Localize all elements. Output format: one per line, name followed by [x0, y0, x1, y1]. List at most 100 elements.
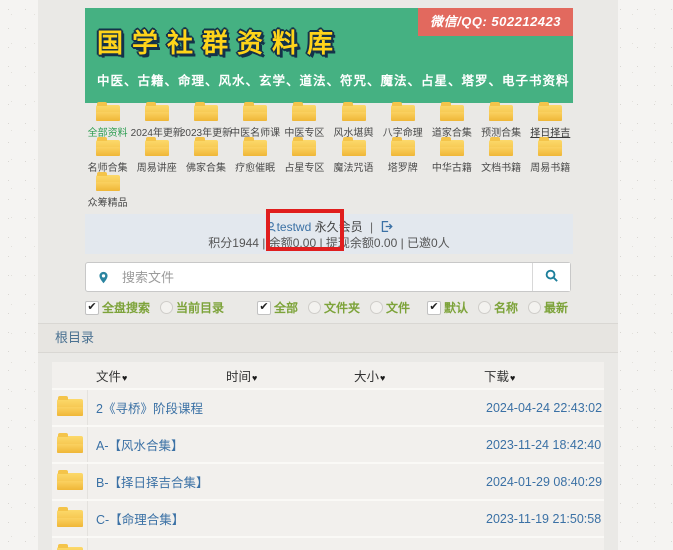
category-item[interactable]: 周易书籍: [526, 140, 575, 175]
folder-icon: [440, 140, 464, 156]
search-input[interactable]: [120, 269, 532, 286]
radio-unchecked-icon[interactable]: [160, 301, 173, 314]
filter-option-label: 文件夹: [324, 299, 360, 316]
category-item[interactable]: 全部资料: [83, 105, 132, 140]
category-item[interactable]: 中医名师课: [231, 105, 280, 140]
category-item[interactable]: 周易讲座: [132, 140, 181, 175]
category-item[interactable]: 风水堪舆: [329, 105, 378, 140]
table-row: B-【择日择吉合集】 2024-01-29 08:40:29: [52, 464, 604, 501]
category-label: 魔法咒语: [334, 159, 374, 174]
folder-icon: [57, 510, 83, 527]
search-button[interactable]: [532, 263, 570, 291]
category-item[interactable]: 2023年更新: [181, 105, 230, 140]
table-header-label: 文件: [96, 370, 121, 384]
category-item[interactable]: 文档书籍: [477, 140, 526, 175]
filter-option[interactable]: 文件: [370, 299, 410, 316]
category-item[interactable]: 2024年更新: [132, 105, 181, 140]
category-label: 预测合集: [481, 124, 521, 139]
category-item[interactable]: 中医专区: [280, 105, 329, 140]
category-label: 文档书籍: [481, 159, 521, 174]
filter-option[interactable]: 文件夹: [308, 299, 360, 316]
category-label: 占星专区: [284, 159, 324, 174]
table-header-row: 文件♥时间♥大小♥下载♥: [52, 362, 604, 390]
category-label: 众筹精品: [88, 194, 128, 209]
table-row: A-【风水合集】 2023-11-24 18:42:40: [52, 427, 604, 464]
breadcrumb-root-link[interactable]: 根目录: [55, 330, 94, 345]
folder-icon: [243, 140, 267, 156]
category-item[interactable]: 占星专区: [280, 140, 329, 175]
category-grid: 全部资料2024年更新2023年更新中医名师课中医专区风水堪舆八字命理道家合集预…: [83, 105, 575, 210]
table-header-cell[interactable]: 时间♥: [218, 366, 346, 385]
folder-icon: [57, 473, 83, 490]
filter-group: ✔默认 名称最新: [427, 299, 578, 316]
category-label: 八字命理: [383, 124, 423, 139]
folder-icon: [391, 140, 415, 156]
category-item[interactable]: 预测合集: [477, 105, 526, 140]
filter-group: ✔全盘搜索 当前目录: [85, 299, 234, 316]
sort-icon: ♥: [122, 373, 127, 383]
file-name-link[interactable]: A-【风水合集】: [88, 435, 218, 454]
filter-row: ✔全盘搜索当前目录✔全部文件夹文件✔默认名称最新: [85, 299, 573, 316]
folder-icon: [243, 105, 267, 121]
content-card: 微信/QQ: 502212423 国学社群资料库 中医、古籍、命理、风水、玄学、…: [38, 0, 618, 550]
folder-icon: [538, 140, 562, 156]
search-icon: [544, 268, 559, 286]
checkbox-checked-icon[interactable]: ✔: [427, 301, 441, 315]
folder-icon: [538, 105, 562, 121]
file-download-cell: 2024-01-29 08:40:29: [476, 475, 604, 489]
separator: |: [370, 220, 373, 234]
table-header-cell[interactable]: 大小♥: [346, 366, 476, 385]
category-item[interactable]: 择日择吉: [526, 105, 575, 140]
category-item[interactable]: 道家合集: [427, 105, 476, 140]
table-body: 2《寻桥》阶段课程2024-04-24 22:43:02A-【风水合集】2023…: [52, 390, 604, 550]
category-item[interactable]: 疗愈催眠: [231, 140, 280, 175]
radio-unchecked-icon[interactable]: [478, 301, 491, 314]
file-download-cell: 2023-11-19 21:50:58: [476, 512, 604, 526]
category-item[interactable]: 佛家合集: [181, 140, 230, 175]
table-header-cell[interactable]: 文件♥: [88, 366, 218, 385]
filter-option[interactable]: ✔默认: [427, 299, 468, 316]
radio-unchecked-icon[interactable]: [370, 301, 383, 314]
category-label: 中医名师课: [230, 124, 280, 139]
table-header-cell[interactable]: 下载♥: [476, 366, 604, 385]
filter-option-label: 名称: [494, 299, 518, 316]
category-item[interactable]: 众筹精品: [83, 175, 132, 210]
checkbox-checked-icon[interactable]: ✔: [257, 301, 271, 315]
file-name-link[interactable]: C-【命理合集】: [88, 509, 218, 528]
logout-icon[interactable]: [380, 222, 393, 236]
file-name-link[interactable]: D-【预测合集】: [88, 546, 218, 550]
filter-option-label: 当前目录: [176, 299, 224, 316]
filter-option[interactable]: ✔全部: [257, 299, 298, 316]
folder-icon: [57, 399, 83, 416]
row-folder-cell[interactable]: [52, 390, 88, 425]
file-name-link[interactable]: 2《寻桥》阶段课程: [88, 398, 218, 417]
row-folder-cell[interactable]: [52, 464, 88, 499]
category-item[interactable]: 中华古籍: [427, 140, 476, 175]
search-bar: [85, 262, 571, 292]
category-item[interactable]: 塔罗牌: [378, 140, 427, 175]
folder-icon: [391, 105, 415, 121]
table-header-label: 大小: [354, 370, 379, 384]
filter-option[interactable]: 最新: [528, 299, 568, 316]
folder-icon: [145, 105, 169, 121]
category-item[interactable]: 八字命理: [378, 105, 427, 140]
file-name-link[interactable]: B-【择日择吉合集】: [88, 472, 218, 491]
category-label: 2024年更新: [131, 124, 183, 139]
radio-unchecked-icon[interactable]: [308, 301, 321, 314]
filter-option[interactable]: 当前目录: [160, 299, 224, 316]
folder-icon: [96, 175, 120, 191]
filter-option-label: 默认: [444, 299, 468, 316]
category-item[interactable]: 名师合集: [83, 140, 132, 175]
site-subtitle: 中医、古籍、命理、风水、玄学、道法、符咒、魔法、占星、塔罗、电子书资料: [97, 70, 570, 89]
row-folder-cell[interactable]: [52, 501, 88, 536]
breadcrumb: 根目录: [38, 323, 618, 353]
checkbox-checked-icon[interactable]: ✔: [85, 301, 99, 315]
filter-option[interactable]: 名称: [478, 299, 518, 316]
sort-icon: ♥: [252, 373, 257, 383]
row-folder-cell[interactable]: [52, 427, 88, 462]
row-folder-cell[interactable]: [52, 538, 88, 550]
filter-option[interactable]: ✔全盘搜索: [85, 299, 150, 316]
radio-unchecked-icon[interactable]: [528, 301, 541, 314]
category-item[interactable]: 魔法咒语: [329, 140, 378, 175]
file-download-cell: 2023-11-24 18:42:40: [476, 438, 604, 452]
